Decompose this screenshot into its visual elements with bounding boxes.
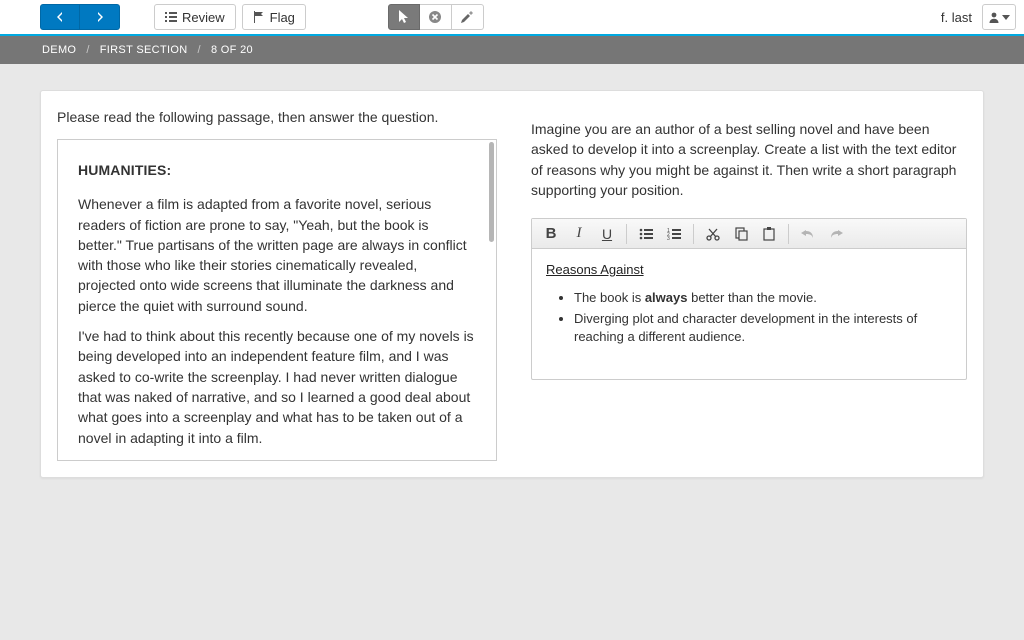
bold-button[interactable]: B bbox=[538, 222, 564, 246]
copy-button[interactable] bbox=[728, 222, 754, 246]
scrollbar-thumb[interactable] bbox=[489, 142, 494, 242]
passage-column: Please read the following passage, then … bbox=[57, 107, 497, 461]
scissors-icon bbox=[706, 227, 720, 241]
arrow-left-icon bbox=[54, 11, 66, 23]
list-item: The book is always better than the movie… bbox=[574, 289, 952, 307]
highlighter-icon bbox=[460, 10, 474, 24]
number-list-button[interactable]: 123 bbox=[661, 222, 687, 246]
bullet-list-button[interactable] bbox=[633, 222, 659, 246]
paste-button[interactable] bbox=[756, 222, 782, 246]
breadcrumb-position: 8 OF 20 bbox=[211, 44, 253, 56]
passage-heading: HUMANITIES: bbox=[78, 160, 476, 180]
pointer-tool[interactable] bbox=[388, 4, 420, 30]
passage-p1: Whenever a film is adapted from a favori… bbox=[78, 194, 476, 316]
passage-p2: I've had to think about this recently be… bbox=[78, 326, 476, 448]
caret-down-icon bbox=[1002, 13, 1010, 21]
svg-text:3: 3 bbox=[667, 236, 670, 240]
breadcrumb-sep: / bbox=[86, 44, 89, 56]
response-list: The book is always better than the movie… bbox=[546, 289, 952, 346]
ul-icon bbox=[639, 228, 653, 240]
passage-box[interactable]: HUMANITIES: Whenever a film is adapted f… bbox=[57, 139, 497, 461]
underline-button[interactable]: U bbox=[594, 222, 620, 246]
flag-label: Flag bbox=[270, 10, 295, 25]
breadcrumb-section: FIRST SECTION bbox=[100, 44, 188, 56]
redo-icon bbox=[829, 228, 843, 240]
review-button[interactable]: Review bbox=[154, 4, 236, 30]
question-card: Please read the following passage, then … bbox=[40, 90, 984, 478]
passage-p3: While certain novelists have successfull… bbox=[78, 458, 476, 461]
cursor-icon bbox=[398, 10, 410, 24]
clipboard-icon bbox=[763, 227, 775, 241]
eliminate-tool[interactable] bbox=[420, 4, 452, 30]
top-toolbar: Review Flag f. last bbox=[0, 0, 1024, 36]
arrow-right-icon bbox=[94, 11, 106, 23]
list-icon bbox=[165, 11, 177, 23]
prompt-text: Imagine you are an author of a best sell… bbox=[531, 119, 967, 200]
italic-button[interactable]: I bbox=[566, 222, 592, 246]
page-body: Please read the following passage, then … bbox=[0, 64, 1024, 478]
user-menu-button[interactable] bbox=[982, 4, 1016, 30]
breadcrumb-sep: / bbox=[198, 44, 201, 56]
instruction-text: Please read the following passage, then … bbox=[57, 109, 497, 125]
editor-content[interactable]: Reasons Against The book is always bette… bbox=[532, 249, 966, 379]
undo-icon bbox=[801, 228, 815, 240]
circle-x-icon bbox=[428, 10, 442, 24]
rich-text-editor: B I U 123 bbox=[531, 218, 967, 380]
response-column: Imagine you are an author of a best sell… bbox=[531, 107, 967, 461]
review-label: Review bbox=[182, 10, 225, 25]
flag-icon bbox=[253, 11, 265, 23]
editor-toolbar: B I U 123 bbox=[532, 219, 966, 249]
list-item: Diverging plot and character development… bbox=[574, 310, 952, 346]
user-icon bbox=[988, 11, 1000, 23]
breadcrumb-demo: DEMO bbox=[42, 44, 76, 56]
next-button[interactable] bbox=[80, 4, 120, 30]
cut-button[interactable] bbox=[700, 222, 726, 246]
flag-button[interactable]: Flag bbox=[242, 4, 306, 30]
undo-button[interactable] bbox=[795, 222, 821, 246]
ol-icon: 123 bbox=[667, 228, 681, 240]
copy-icon bbox=[735, 227, 748, 241]
breadcrumb: DEMO / FIRST SECTION / 8 OF 20 bbox=[0, 36, 1024, 64]
highlighter-tool[interactable] bbox=[452, 4, 484, 30]
tool-group bbox=[388, 4, 484, 30]
prev-button[interactable] bbox=[40, 4, 80, 30]
nav-buttons bbox=[40, 4, 120, 30]
user-area: f. last bbox=[941, 4, 1016, 30]
redo-button[interactable] bbox=[823, 222, 849, 246]
user-name: f. last bbox=[941, 10, 972, 25]
response-heading: Reasons Against bbox=[546, 261, 952, 279]
